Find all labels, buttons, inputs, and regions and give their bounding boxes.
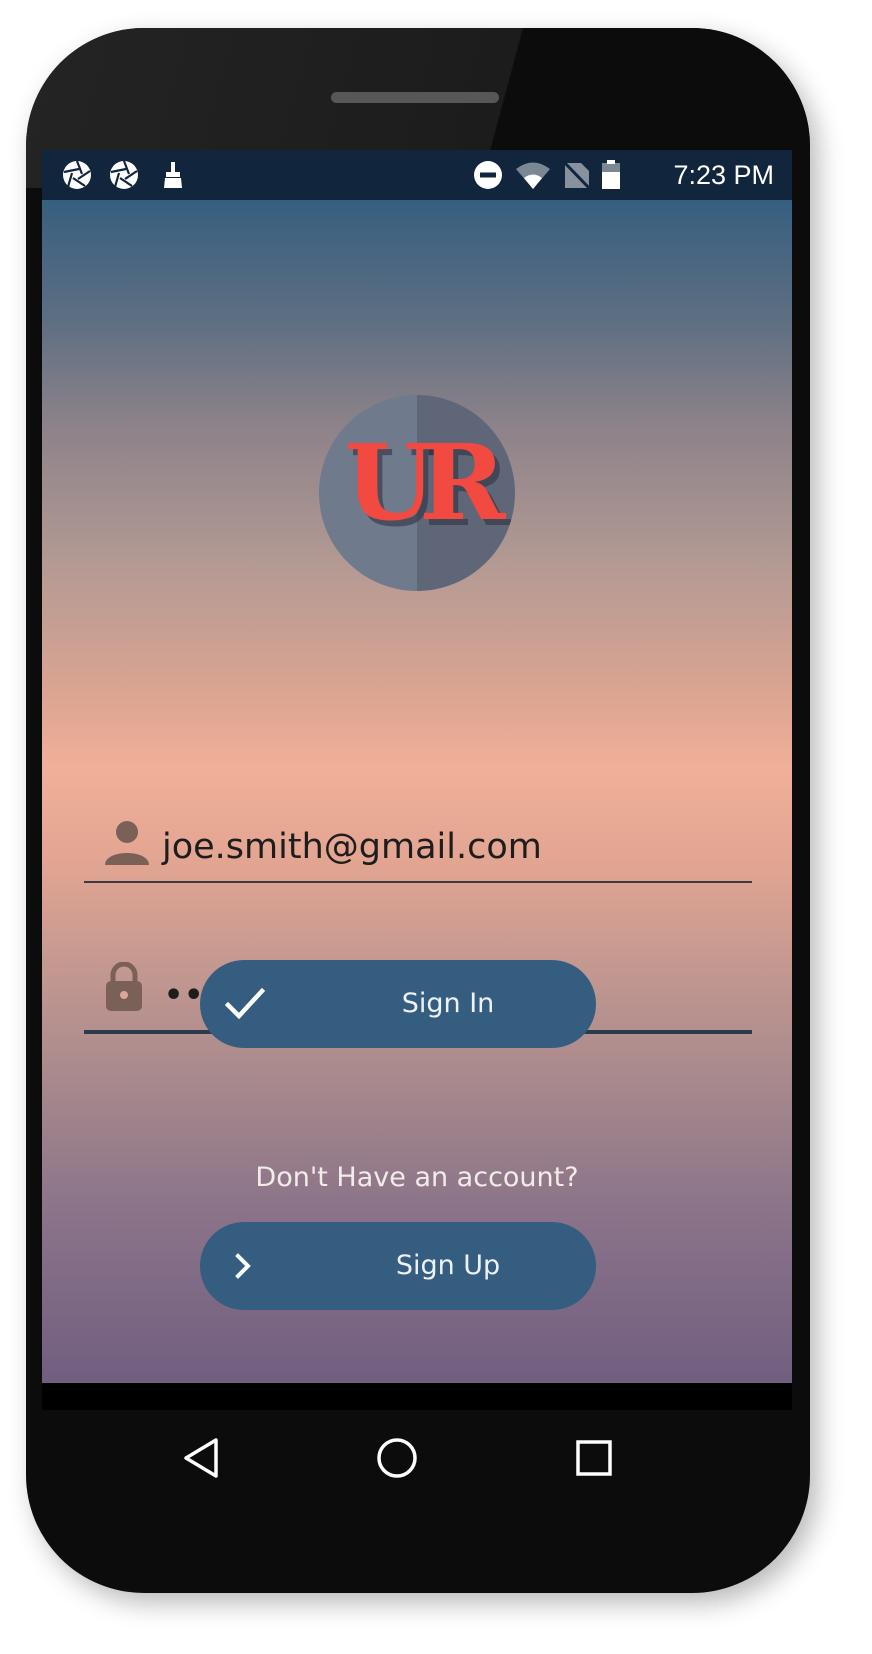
no-sim-icon [562,160,592,194]
home-icon[interactable] [376,1437,418,1483]
battery-icon [600,160,622,194]
navigation-keys [42,1410,792,1530]
wifi-icon [515,160,551,194]
email-field[interactable]: joe.smith@gmail.com [84,815,752,883]
sign-up-button[interactable]: Sign Up [200,1222,596,1310]
app-logo: UR [319,395,515,591]
person-icon [104,819,150,871]
aperture-icon [109,160,139,194]
login-screen: UR joe.smith@gmail.com Sign In Don't Hav… [42,200,792,1383]
do-not-disturb-icon [473,160,503,194]
chevron-right-icon [232,1222,256,1314]
sign-in-label: Sign In [401,988,495,1019]
email-input-value[interactable]: joe.smith@gmail.com [162,825,542,869]
cleaner-brush-icon [162,160,184,194]
status-bar: 7:23 PM [42,150,792,200]
sign-in-button[interactable]: Sign In [200,960,596,1048]
aperture-icon [62,160,92,194]
earpiece-speaker [331,92,499,103]
sign-up-label: Sign Up [395,1250,501,1281]
app-logo-text: UR [344,421,505,544]
phone-frame: 7:23 PM UR joe.smith@gmail.com Sign In D… [26,28,810,1593]
signup-prompt: Don't Have an account? [255,1162,579,1193]
back-icon[interactable] [182,1436,222,1484]
status-time: 7:23 PM [673,160,774,190]
recents-icon[interactable] [576,1440,612,1480]
navigation-bar-strip [42,1383,792,1410]
check-icon [224,960,268,1052]
lock-icon [104,961,144,1016]
screen: 7:23 PM UR joe.smith@gmail.com Sign In D… [42,150,792,1410]
